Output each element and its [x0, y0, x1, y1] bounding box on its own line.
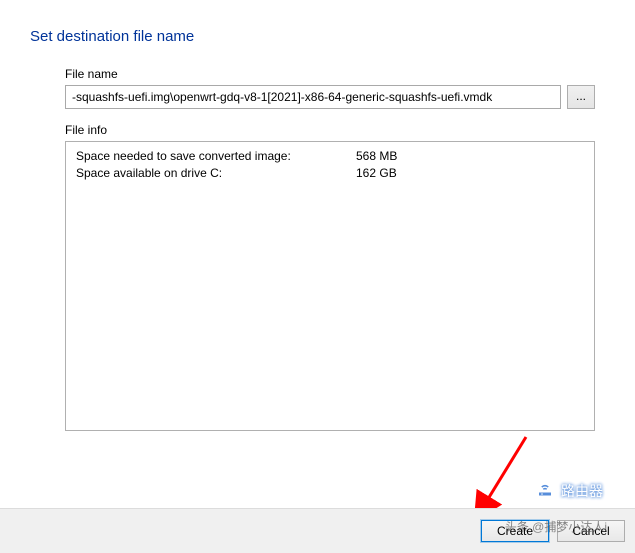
space-available-label: Space available on drive C: — [76, 165, 356, 182]
create-button[interactable]: Create — [481, 520, 549, 542]
watermark-brand: 路由器 — [533, 479, 603, 503]
space-needed-value: 568 MB — [356, 148, 397, 165]
page-title: Set destination file name — [30, 28, 635, 45]
button-bar: Create Cancel — [0, 508, 635, 553]
space-available-value: 162 GB — [356, 165, 397, 182]
router-icon — [533, 479, 557, 503]
browse-button[interactable]: ... — [567, 85, 595, 109]
file-name-input[interactable] — [65, 85, 561, 109]
file-info-box: Space needed to save converted image: 56… — [65, 141, 595, 431]
file-info-label: File info — [65, 123, 595, 137]
cancel-button[interactable]: Cancel — [557, 520, 625, 542]
file-name-row: ... — [65, 85, 595, 109]
watermark-brand-text: 路由器 — [561, 481, 603, 501]
space-needed-label: Space needed to save converted image: — [76, 148, 356, 165]
file-name-label: File name — [65, 67, 595, 81]
